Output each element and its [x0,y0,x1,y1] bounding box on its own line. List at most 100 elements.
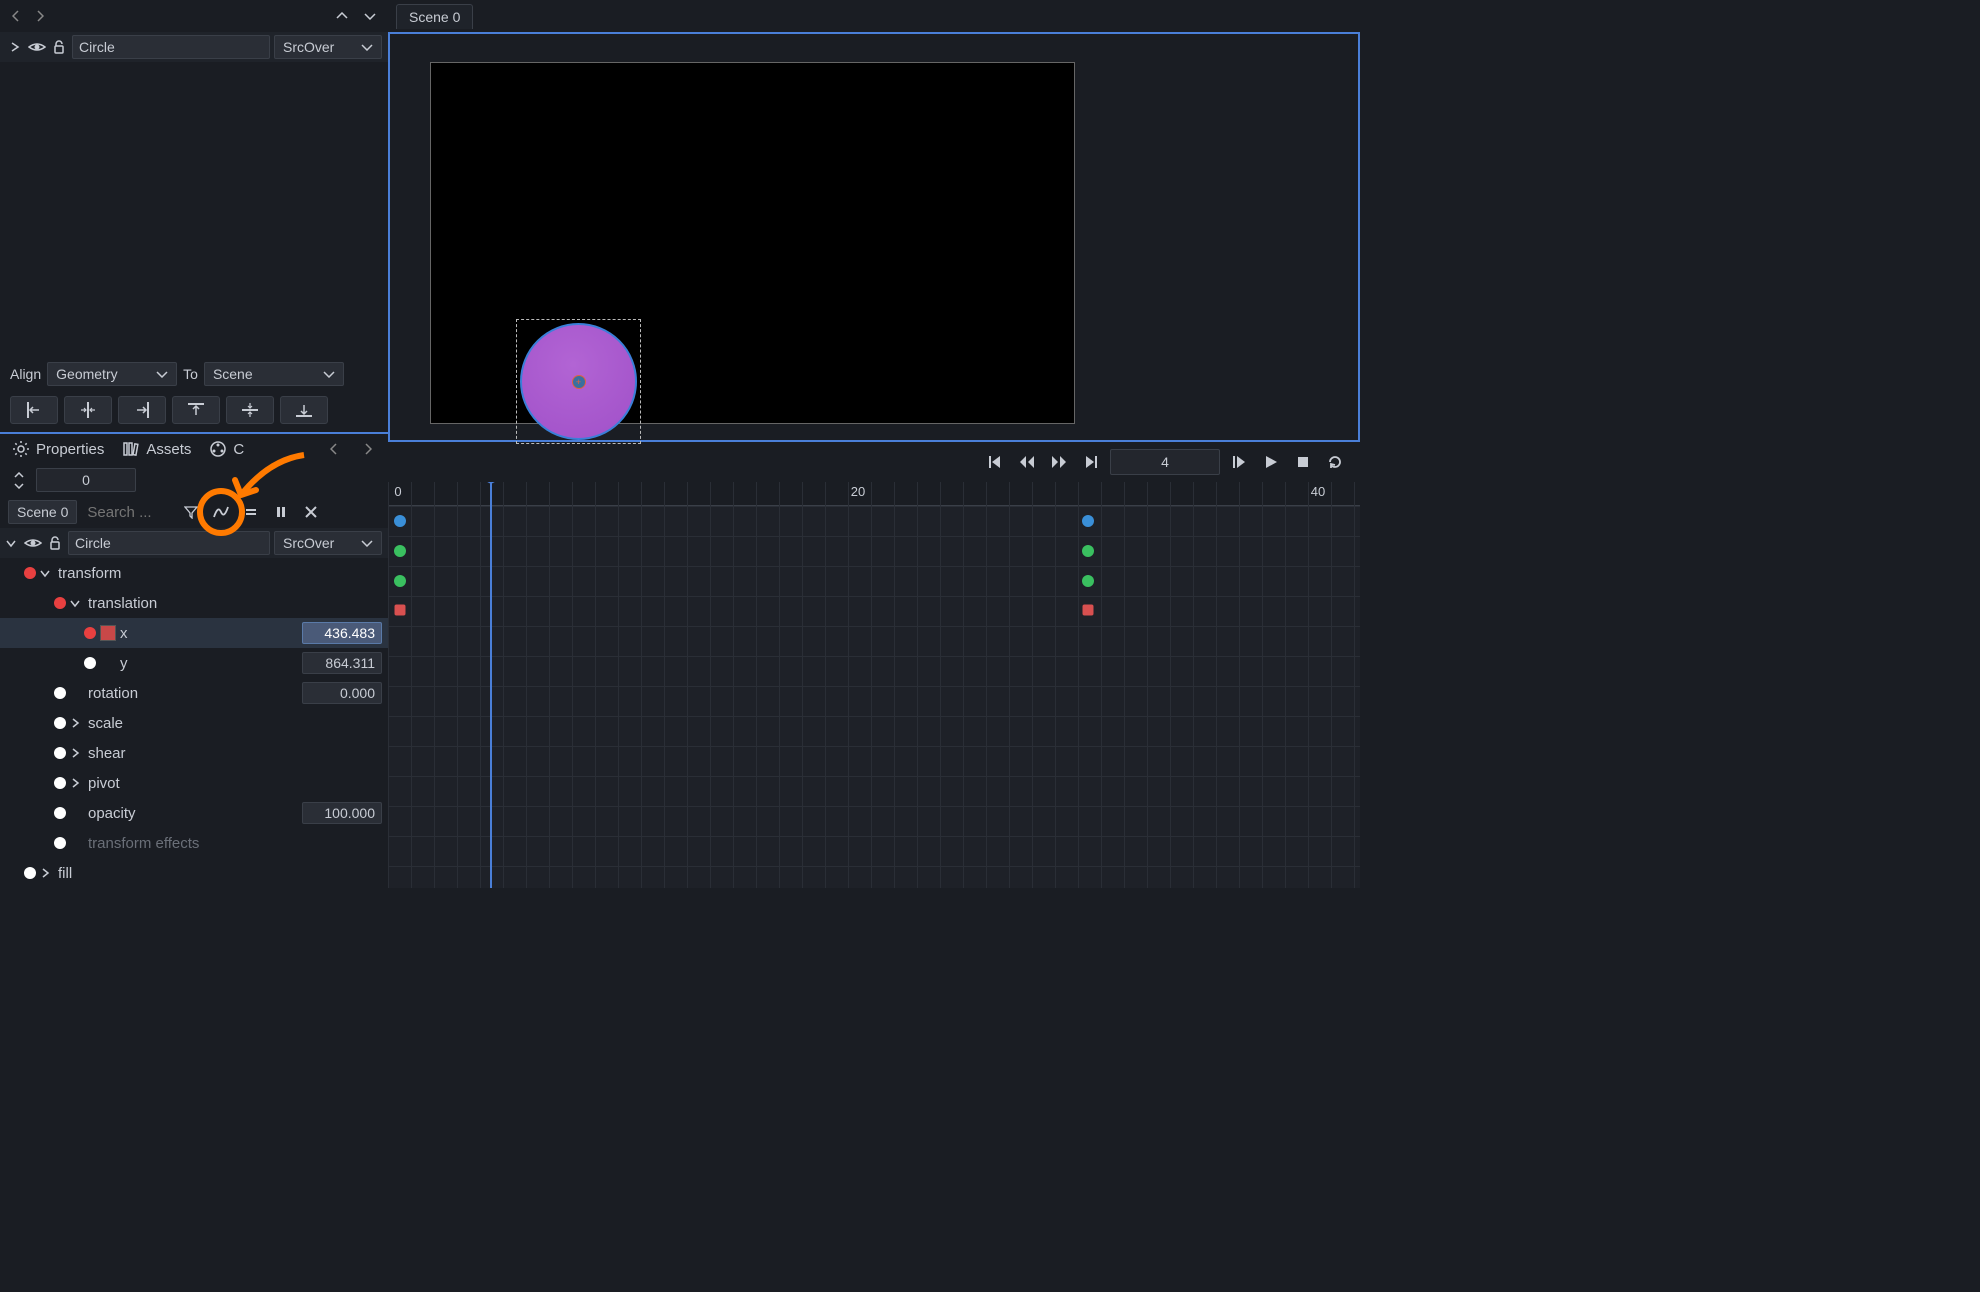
prop-translation[interactable]: translation [0,588,388,618]
prop-fill[interactable]: fill [0,858,388,888]
properties-tab[interactable]: Properties [12,440,104,458]
keyframe-marker[interactable] [1082,515,1094,527]
chevron-down-icon[interactable] [70,598,84,608]
timeline-grid[interactable]: 0 20 40 [388,482,1360,888]
tabs-scroll-left[interactable] [326,441,342,457]
expand-down-button[interactable] [360,10,380,22]
timeline-scene-chip[interactable]: Scene 0 [8,500,77,524]
keyframe-dot-icon[interactable] [54,717,66,729]
align-mode-dropdown[interactable]: Geometry [47,362,177,386]
curve-editor-button[interactable] [209,500,233,524]
chevron-right-icon[interactable] [70,718,84,728]
prop-shear[interactable]: shear [0,738,388,768]
prop-pivot[interactable]: pivot [0,768,388,798]
chevron-down-icon[interactable] [40,568,54,578]
prop-label: shear [88,745,126,762]
loop-button[interactable] [1322,449,1348,475]
keyframe-record-icon[interactable] [54,597,66,609]
y-value-input[interactable]: 864.311 [302,652,382,674]
layer-name-input[interactable] [72,35,270,59]
keyframe-marker[interactable] [395,605,406,616]
align-top-button[interactable] [172,396,220,424]
pause-icon[interactable] [269,500,293,524]
lock-icon[interactable] [50,38,68,56]
spinner-up[interactable] [10,470,28,480]
tl-blend-value: SrcOver [283,535,334,551]
keyframe-record-icon[interactable] [24,567,36,579]
properties-tab-label: Properties [36,441,104,458]
goto-end-button[interactable] [1078,449,1104,475]
current-frame-display[interactable]: 4 [1110,449,1220,475]
keyframe-marker[interactable] [1082,575,1094,587]
rotation-value-input[interactable]: 0.000 [302,682,382,704]
assets-tab[interactable]: Assets [122,440,191,458]
prop-rotation[interactable]: rotation 0.000 [0,678,388,708]
align-hcenter-button[interactable] [64,396,112,424]
align-target-dropdown[interactable]: Scene [204,362,344,386]
tabs-scroll-right[interactable] [360,441,376,457]
align-vcenter-button[interactable] [226,396,274,424]
keyframe-dot-icon[interactable] [54,747,66,759]
chevron-right-icon[interactable] [70,778,84,788]
prop-scale[interactable]: scale [0,708,388,738]
prop-y[interactable]: y 864.311 [0,648,388,678]
scene-tab[interactable]: Scene 0 [396,4,473,29]
equal-icon[interactable] [239,500,263,524]
timeline-search-input[interactable] [83,501,173,524]
visibility-icon[interactable] [28,38,46,56]
circle-shape[interactable]: + [520,323,637,440]
collapse-up-button[interactable] [332,10,352,22]
color-chip[interactable] [100,625,116,641]
nav-back-button[interactable] [8,8,24,24]
align-left-button[interactable] [10,396,58,424]
tl-layer-name-input[interactable] [68,531,270,555]
pivot-handle[interactable]: + [572,375,586,389]
keyframe-dot-icon[interactable] [84,657,96,669]
keyframe-dot-icon[interactable] [24,867,36,879]
stop-button[interactable] [1290,449,1316,475]
playhead[interactable] [490,482,492,888]
filter-icon[interactable] [179,500,203,524]
prop-label: fill [58,865,72,882]
prop-transform[interactable]: transform [0,558,388,588]
keyframe-dot-icon[interactable] [54,777,66,789]
keyframe-marker[interactable] [394,575,406,587]
keyframe-marker[interactable] [1083,605,1094,616]
opacity-value-input[interactable]: 100.000 [302,802,382,824]
tl-layer-row[interactable]: SrcOver [0,528,388,558]
align-bottom-button[interactable] [280,396,328,424]
prop-opacity[interactable]: opacity 100.000 [0,798,388,828]
keyframe-marker[interactable] [1082,545,1094,557]
keyframe-record-icon[interactable] [84,627,96,639]
keyframe-marker[interactable] [394,545,406,557]
tl-blend-dropdown[interactable]: SrcOver [274,531,382,555]
keyframe-dot-icon[interactable] [54,837,66,849]
hierarchy-layer-row[interactable]: SrcOver [0,32,388,62]
align-right-button[interactable] [118,396,166,424]
blend-mode-dropdown[interactable]: SrcOver [274,35,382,59]
close-icon[interactable] [299,500,323,524]
x-value-input[interactable]: 436.483 [302,622,382,644]
prev-keyframe-button[interactable] [1014,449,1040,475]
third-tab[interactable]: C [209,440,244,458]
chevron-down-icon[interactable] [6,538,20,548]
keyframe-dot-icon[interactable] [54,807,66,819]
step-forward-button[interactable] [1226,449,1252,475]
reel-icon [209,440,227,458]
spinner-down[interactable] [10,481,28,491]
visibility-icon[interactable] [24,534,42,552]
prop-x[interactable]: x 436.483 [0,618,388,648]
keyframe-marker[interactable] [394,515,406,527]
chevron-right-icon[interactable] [70,748,84,758]
next-keyframe-button[interactable] [1046,449,1072,475]
lock-icon[interactable] [46,534,64,552]
keyframe-dot-icon[interactable] [54,687,66,699]
viewport[interactable]: + [388,32,1360,442]
chevron-right-icon[interactable] [40,868,54,878]
play-button[interactable] [1258,449,1284,475]
nav-forward-button[interactable] [32,8,48,24]
goto-start-button[interactable] [982,449,1008,475]
expand-icon[interactable] [6,38,24,56]
prop-transform-effects[interactable]: transform effects [0,828,388,858]
frame-spinner-value[interactable]: 0 [36,468,136,492]
